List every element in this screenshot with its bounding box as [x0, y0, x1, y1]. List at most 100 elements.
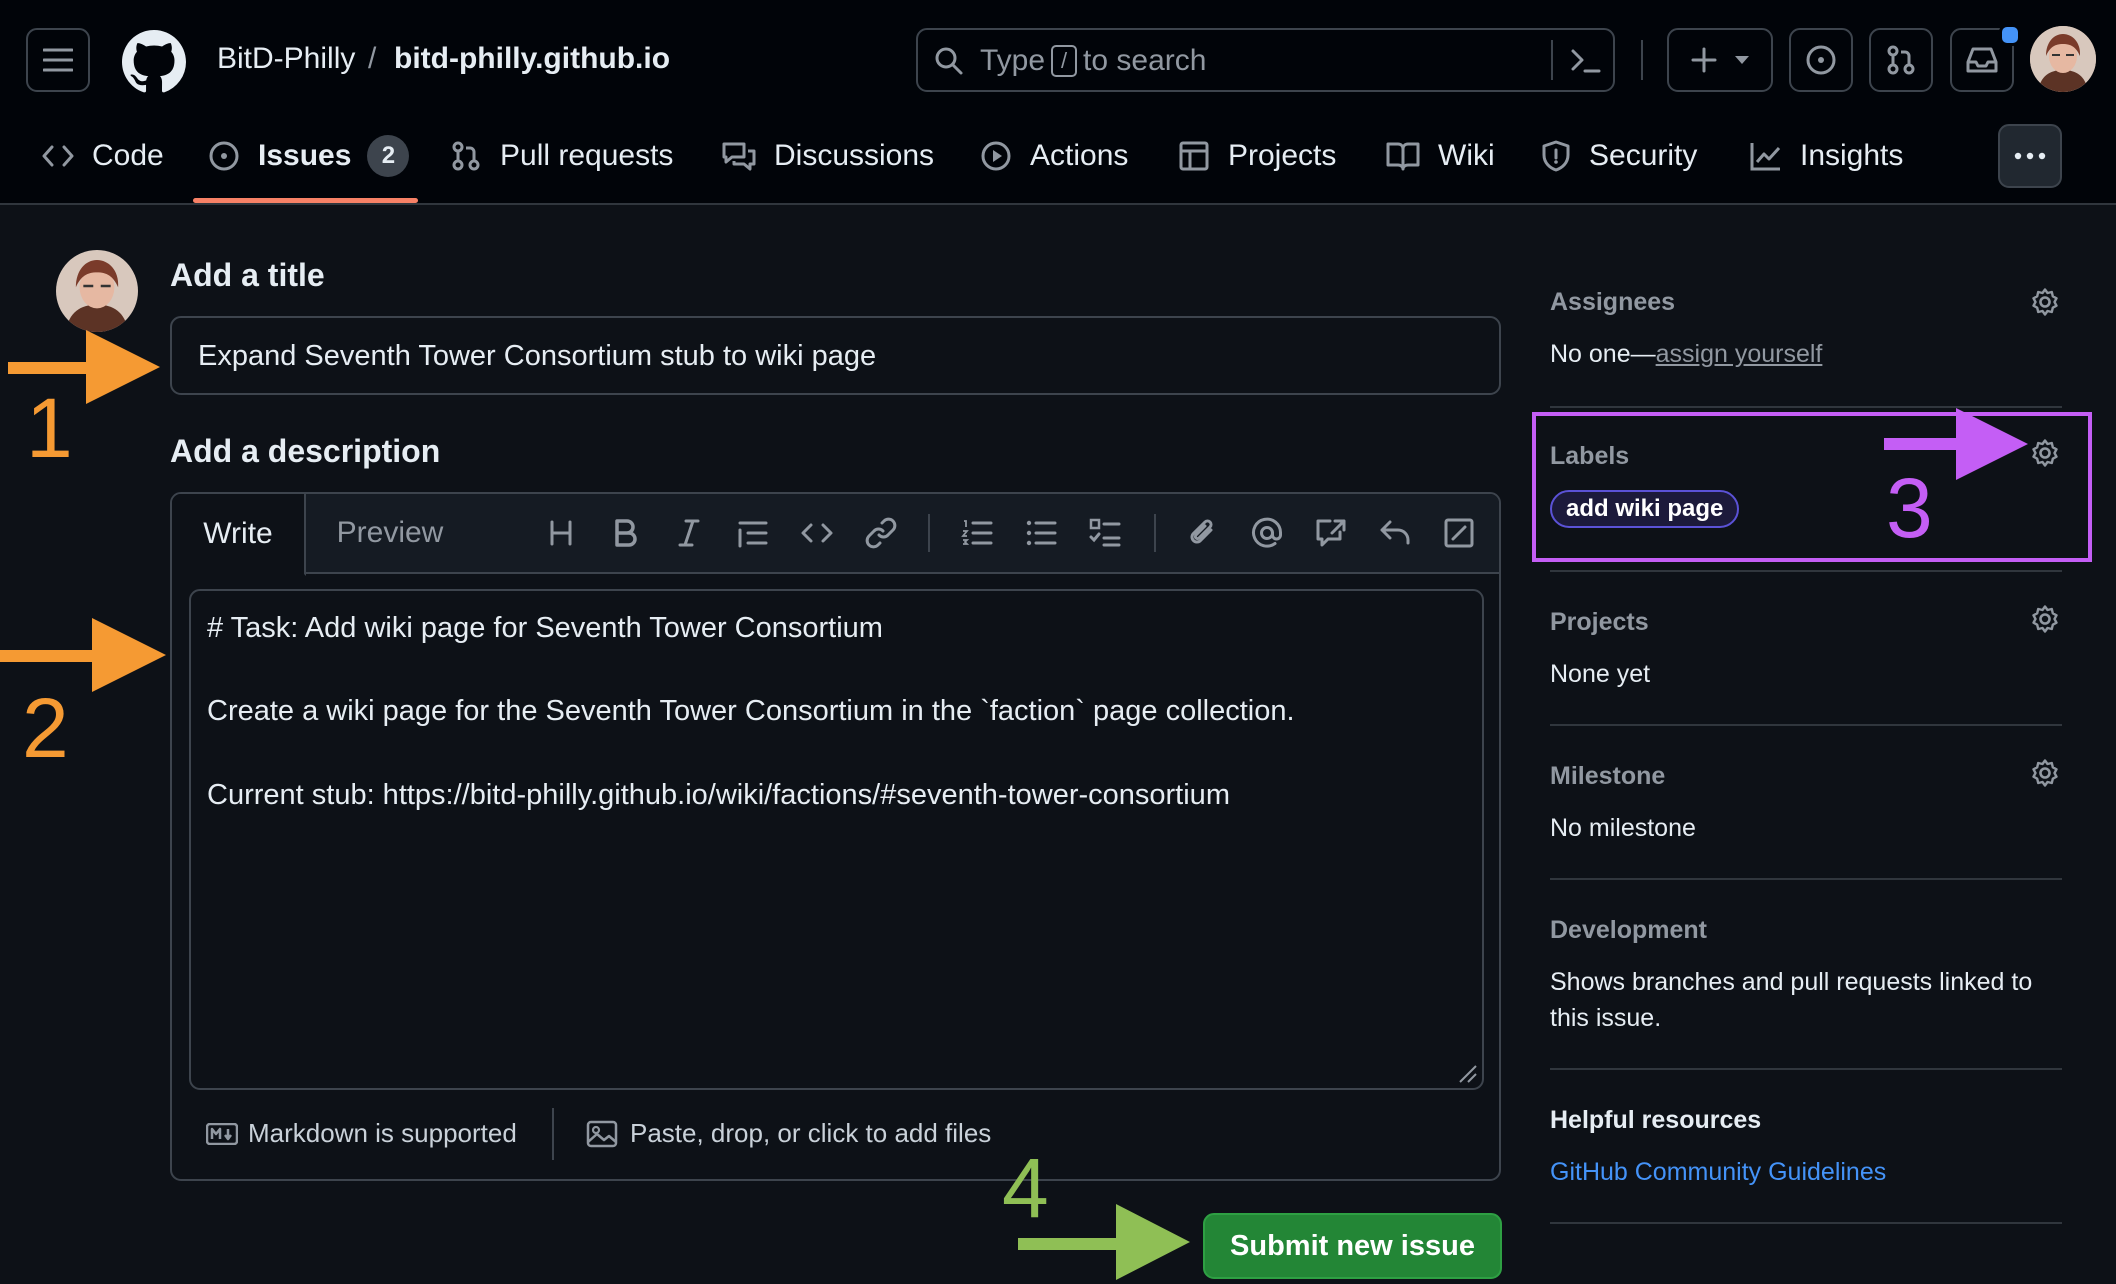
create-new-button[interactable]	[1667, 28, 1773, 92]
tab-insights[interactable]: Insights	[1750, 130, 1903, 182]
search-divider	[1551, 40, 1553, 80]
toolbar-divider	[928, 514, 930, 552]
menu-button[interactable]	[26, 28, 90, 92]
reply-icon[interactable]	[1378, 516, 1412, 550]
header-divider	[1641, 40, 1643, 80]
paperclip-icon[interactable]	[1186, 516, 1220, 550]
attach-files-button[interactable]: Paste, drop, or click to add files	[586, 1118, 991, 1149]
link-icon[interactable]	[864, 516, 898, 550]
development-text-line-1: Shows branches and pull requests linked …	[1550, 968, 2033, 996]
sidebar-divider	[1550, 724, 2062, 726]
issue-opened-icon	[1806, 45, 1836, 75]
markdown-icon	[206, 1122, 238, 1145]
markdown-support-note[interactable]: Markdown is supported	[206, 1118, 517, 1149]
graph-icon	[1750, 143, 1781, 171]
assignees-value: No one—assign yourself	[1550, 340, 1822, 369]
editor-toolbar: Write Preview	[172, 494, 1499, 576]
author-avatar	[56, 250, 138, 332]
search-input[interactable]: Type / to search	[916, 28, 1615, 92]
list-ordered-icon[interactable]	[960, 516, 994, 550]
assignees-heading[interactable]: Assignees	[1550, 288, 1675, 317]
description-editor: Write Preview # Task: Add wiki page for …	[170, 492, 1501, 1181]
tab-code[interactable]: Code	[42, 130, 164, 182]
italic-icon[interactable]	[672, 516, 706, 550]
preview-tab-label: Preview	[336, 516, 444, 549]
tab-preview[interactable]: Preview	[306, 494, 474, 572]
global-header: BitD-Philly / bitd-philly.github.io Type…	[0, 0, 2116, 205]
issues-count-badge: 2	[367, 135, 410, 177]
resize-handle-icon[interactable]	[1454, 1060, 1478, 1084]
footer-divider	[552, 1108, 554, 1160]
issue-title-value: Expand Seventh Tower Consortium stub to …	[198, 340, 877, 372]
repo-name-link[interactable]: bitd-philly.github.io	[394, 42, 670, 76]
description-heading: Add a description	[170, 433, 441, 469]
assign-yourself-link[interactable]: assign yourself	[1656, 340, 1823, 368]
inbox-icon	[1966, 47, 1998, 73]
play-icon	[981, 141, 1011, 171]
more-tabs-button[interactable]	[1998, 124, 2062, 188]
git-pull-request-icon	[1887, 45, 1915, 75]
tab-actions[interactable]: Actions	[980, 130, 1128, 182]
list-unordered-icon[interactable]	[1024, 516, 1058, 550]
tab-label: Pull requests	[500, 139, 674, 172]
description-line: # Task: Add wiki page for Seventh Tower …	[207, 612, 883, 644]
gear-icon[interactable]	[2030, 287, 2060, 317]
user-avatar[interactable]	[2030, 26, 2096, 92]
tab-label: Discussions	[774, 139, 935, 172]
issue-title-input[interactable]: Expand Seventh Tower Consortium stub to …	[170, 316, 1501, 395]
command-palette-icon[interactable]	[1570, 46, 1602, 76]
tab-label: Issues	[258, 139, 352, 172]
mention-icon[interactable]	[1250, 516, 1284, 550]
github-logo-icon[interactable]	[122, 30, 186, 94]
tab-label: Projects	[1228, 139, 1337, 172]
tab-pull-requests[interactable]: Pull requests	[450, 130, 673, 182]
tasklist-icon[interactable]	[1088, 516, 1122, 550]
annotation-number-4: 4	[1002, 1141, 1049, 1235]
markdown-support-label: Markdown is supported	[248, 1118, 517, 1148]
milestone-heading[interactable]: Milestone	[1550, 762, 1665, 791]
code-icon[interactable]	[800, 516, 834, 550]
breadcrumb-separator: /	[368, 42, 377, 75]
bold-icon[interactable]	[608, 516, 642, 550]
tab-label: Security	[1589, 139, 1698, 172]
tab-issues[interactable]: Issues 2	[208, 130, 410, 182]
plus-icon	[1691, 47, 1717, 73]
search-placeholder: Type / to search	[980, 44, 1206, 78]
submit-new-issue-button[interactable]: Submit new issue	[1203, 1213, 1502, 1279]
development-text-line-2: this issue.	[1550, 1004, 1662, 1032]
notification-dot	[1999, 24, 2021, 46]
description-line: Create a wiki page for the Seventh Tower…	[207, 695, 1295, 727]
gear-icon[interactable]	[2030, 758, 2060, 788]
fullscreen-icon[interactable]	[1442, 516, 1476, 550]
tab-label: Code	[92, 139, 164, 172]
image-icon	[586, 1120, 618, 1147]
tab-label: Actions	[1030, 139, 1129, 172]
kebab-horizontal-icon	[2014, 152, 2046, 160]
heading-icon[interactable]	[544, 516, 578, 550]
cross-reference-icon[interactable]	[1314, 516, 1348, 550]
write-tab-label: Write	[203, 517, 273, 550]
tab-security[interactable]: Security	[1541, 130, 1697, 182]
tab-wiki[interactable]: Wiki	[1386, 130, 1495, 182]
issues-button[interactable]	[1789, 28, 1853, 92]
tab-discussions[interactable]: Discussions	[722, 130, 934, 182]
search-shortcut-key: /	[1051, 45, 1078, 77]
code-icon	[42, 145, 74, 167]
assignees-none-text: No one—	[1550, 340, 1656, 368]
avatar-image-icon	[56, 250, 138, 332]
repo-owner-link[interactable]: BitD-Philly	[217, 42, 355, 76]
comment-discussion-icon	[722, 142, 756, 171]
helpful-resources-heading: Helpful resources	[1550, 1106, 1762, 1134]
description-textarea[interactable]: # Task: Add wiki page for Seventh Tower …	[189, 589, 1484, 1090]
gear-icon[interactable]	[2030, 604, 2060, 634]
pull-requests-button[interactable]	[1869, 28, 1933, 92]
avatar-image-icon	[2030, 26, 2096, 92]
tab-projects[interactable]: Projects	[1178, 130, 1336, 182]
projects-heading[interactable]: Projects	[1550, 608, 1649, 637]
book-icon	[1386, 142, 1420, 171]
tab-write[interactable]: Write	[172, 494, 306, 576]
tab-label: Wiki	[1438, 139, 1495, 172]
quote-icon[interactable]	[736, 516, 770, 550]
community-guidelines-link[interactable]: GitHub Community Guidelines	[1550, 1158, 1886, 1187]
hamburger-icon	[43, 48, 73, 72]
